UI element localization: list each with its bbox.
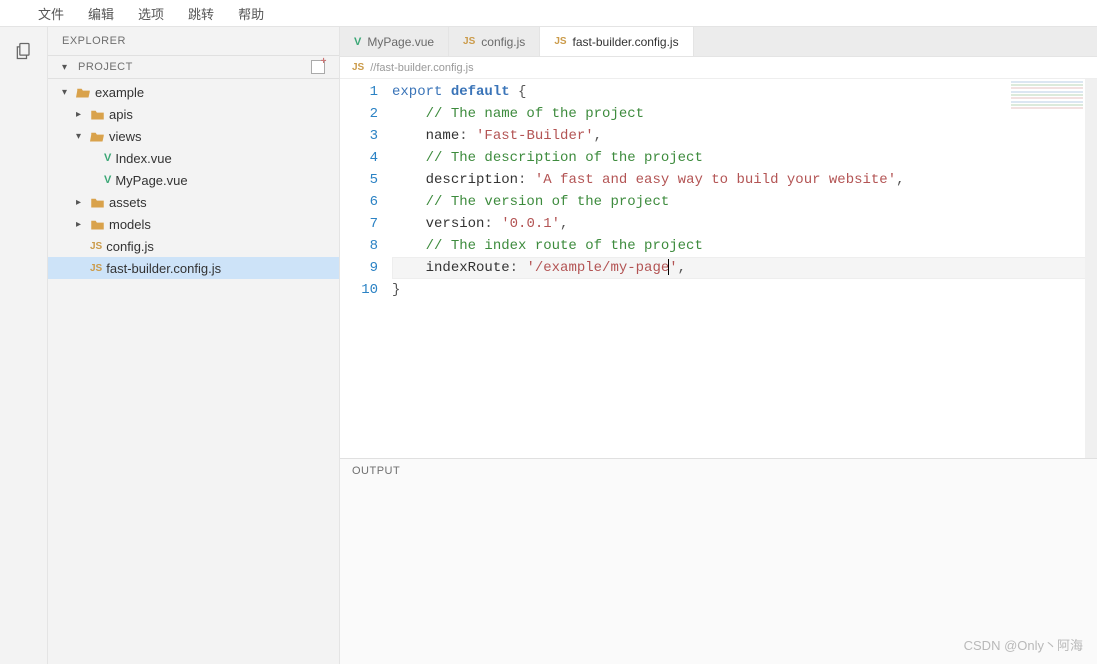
menu-item[interactable]: 选项	[138, 4, 164, 23]
sidebar: EXPLORER ▾ PROJECT ▾ example▸ apis▾ view…	[48, 27, 340, 664]
tree-file[interactable]: VMyPage.vue	[48, 169, 339, 191]
output-label: OUTPUT	[340, 459, 1097, 483]
editor-tab[interactable]: JS config.js	[449, 27, 540, 56]
twisty-icon: ▸	[76, 219, 86, 230]
tab-label: MyPage.vue	[367, 35, 434, 49]
chevron-down-icon: ▾	[62, 62, 72, 73]
code-line[interactable]: description: 'A fast and easy way to bui…	[392, 169, 1097, 191]
code-line[interactable]: indexRoute: '/example/my-page',	[392, 257, 1097, 279]
line-number: 5	[340, 169, 378, 191]
code-line[interactable]: // The version of the project	[392, 191, 1097, 213]
code-line[interactable]: // The name of the project	[392, 103, 1097, 125]
tree-folder[interactable]: ▾ views	[48, 125, 339, 147]
tree-folder[interactable]: ▸ apis	[48, 103, 339, 125]
tree-item-label: models	[109, 217, 151, 232]
new-file-icon[interactable]	[311, 60, 325, 74]
tree-item-label: Index.vue	[115, 151, 171, 166]
line-number: 6	[340, 191, 378, 213]
scrollbar-vertical[interactable]	[1085, 79, 1097, 458]
twisty-icon: ▸	[76, 197, 86, 208]
tab-label: config.js	[481, 35, 525, 49]
files-icon[interactable]	[10, 37, 38, 65]
line-number: 7	[340, 213, 378, 235]
tree-item-label: example	[95, 85, 144, 100]
line-number: 1	[340, 81, 378, 103]
menu-item[interactable]: 编辑	[88, 4, 114, 23]
line-number: 10	[340, 279, 378, 301]
tree-file[interactable]: JSfast-builder.config.js	[48, 257, 339, 279]
tree-file[interactable]: JSconfig.js	[48, 235, 339, 257]
js-icon: JS	[463, 36, 475, 47]
code-line[interactable]: export default {	[392, 81, 1097, 103]
line-number: 3	[340, 125, 378, 147]
file-tree: ▾ example▸ apis▾ viewsVIndex.vueVMyPage.…	[48, 79, 339, 664]
tree-item-label: apis	[109, 107, 133, 122]
breadcrumb[interactable]: JS //fast-builder.config.js	[340, 57, 1097, 79]
twisty-icon: ▸	[76, 109, 86, 120]
project-header[interactable]: ▾ PROJECT	[48, 55, 339, 79]
activity-bar	[0, 27, 48, 664]
js-icon: JS	[554, 36, 566, 47]
tree-folder[interactable]: ▾ example	[48, 81, 339, 103]
vue-icon: V	[354, 36, 361, 48]
editor-tabs: V MyPage.vue JS config.js JS fast-builder.con…	[340, 27, 1097, 57]
menu-item[interactable]: 文件	[38, 4, 64, 23]
code-line[interactable]: version: '0.0.1',	[392, 213, 1097, 235]
tree-folder[interactable]: ▸ assets	[48, 191, 339, 213]
tree-item-label: views	[109, 129, 142, 144]
minimap[interactable]	[1011, 81, 1083, 109]
tree-folder[interactable]: ▸ models	[48, 213, 339, 235]
tree-item-label: config.js	[106, 239, 154, 254]
line-number: 4	[340, 147, 378, 169]
code-content[interactable]: export default { // The name of the proj…	[392, 79, 1097, 458]
menu-item[interactable]: 跳转	[188, 4, 214, 23]
editor-area: V MyPage.vue JS config.js JS fast-builder.con…	[340, 27, 1097, 664]
code-line[interactable]: // The description of the project	[392, 147, 1097, 169]
menu-bar: 文件 编辑 选项 跳转 帮助	[0, 0, 1097, 26]
editor-tab[interactable]: JS fast-builder.config.js	[540, 27, 693, 56]
tree-item-label: assets	[109, 195, 147, 210]
line-number: 8	[340, 235, 378, 257]
code-editor[interactable]: 12345678910 export default { // The name…	[340, 79, 1097, 458]
tree-file[interactable]: VIndex.vue	[48, 147, 339, 169]
line-number: 9	[340, 257, 378, 279]
explorer-label: EXPLORER	[48, 27, 339, 55]
tree-item-label: fast-builder.config.js	[106, 261, 221, 276]
code-line[interactable]: // The index route of the project	[392, 235, 1097, 257]
code-line[interactable]: }	[392, 279, 1097, 301]
line-number: 2	[340, 103, 378, 125]
line-gutter: 12345678910	[340, 79, 392, 458]
editor-tab[interactable]: V MyPage.vue	[340, 27, 449, 56]
js-icon: JS	[352, 62, 364, 73]
menu-item[interactable]: 帮助	[238, 4, 264, 23]
breadcrumb-path: //fast-builder.config.js	[370, 62, 473, 74]
twisty-icon: ▾	[62, 87, 72, 98]
output-panel: OUTPUT	[340, 458, 1097, 664]
project-label: PROJECT	[78, 61, 133, 73]
tab-label: fast-builder.config.js	[573, 35, 679, 49]
tree-item-label: MyPage.vue	[115, 173, 187, 188]
code-line[interactable]: name: 'Fast-Builder',	[392, 125, 1097, 147]
main-container: EXPLORER ▾ PROJECT ▾ example▸ apis▾ view…	[0, 26, 1097, 664]
twisty-icon: ▾	[76, 131, 86, 142]
